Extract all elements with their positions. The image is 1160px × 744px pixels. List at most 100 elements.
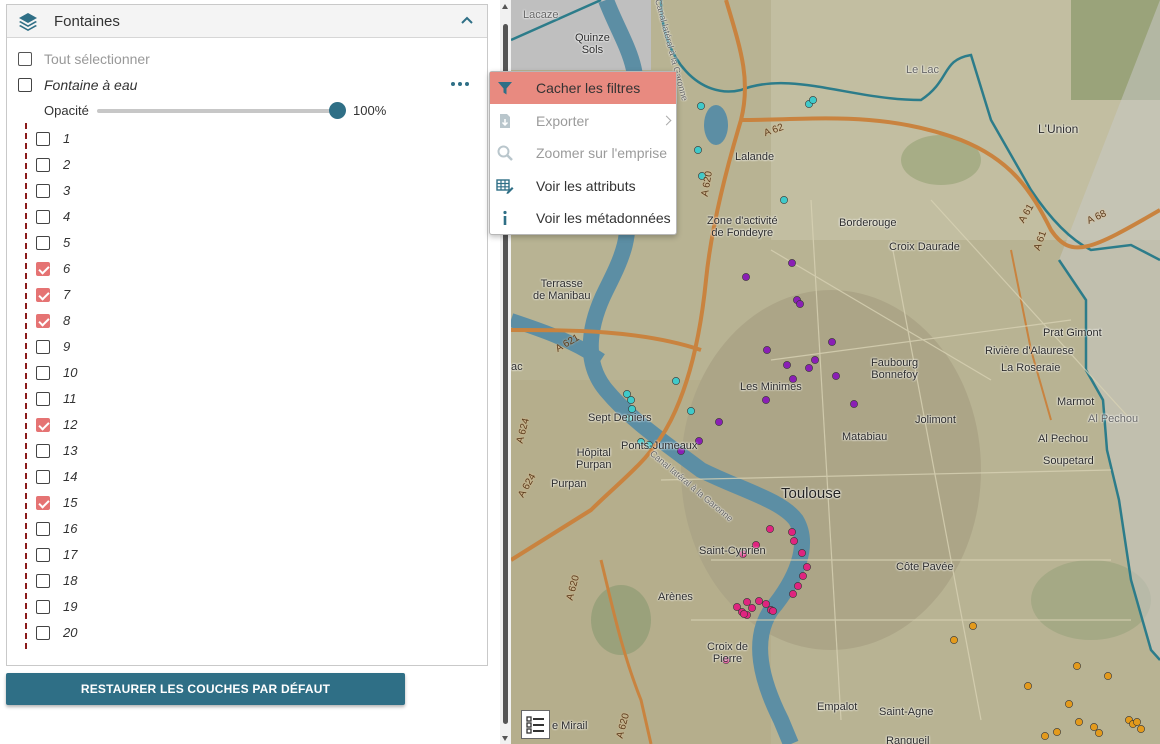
fountain-point[interactable] [780, 196, 788, 204]
fountain-point[interactable] [694, 146, 702, 154]
filter-value-checkbox[interactable] [36, 158, 50, 172]
fountain-point[interactable] [1133, 718, 1141, 726]
select-all-checkbox[interactable] [18, 52, 32, 66]
menu-item-info[interactable]: Voir les métadonnées [490, 202, 676, 234]
fountain-point[interactable] [687, 407, 695, 415]
fountain-point[interactable] [672, 377, 680, 385]
fountain-point[interactable] [950, 636, 958, 644]
fountain-point[interactable] [788, 259, 796, 267]
fountain-point[interactable] [788, 528, 796, 536]
fountain-point[interactable] [789, 590, 797, 598]
map-label: Lalande [735, 151, 775, 163]
fountain-point[interactable] [1104, 672, 1112, 680]
map-label: Zone d'activité de Fondeyre [707, 215, 778, 239]
fountain-point[interactable] [748, 604, 756, 612]
more-options-icon[interactable] [451, 79, 469, 89]
map-label: Arènes [658, 591, 693, 603]
fountain-point[interactable] [803, 563, 811, 571]
fountain-point[interactable] [742, 273, 750, 281]
fountain-point[interactable] [1024, 682, 1032, 690]
fountain-point[interactable] [969, 622, 977, 630]
table-edit-icon [496, 178, 514, 194]
fountain-point[interactable] [627, 396, 635, 404]
fountain-point[interactable] [790, 537, 798, 545]
fountain-point[interactable] [832, 372, 840, 380]
filter-value-checkbox[interactable] [36, 262, 50, 276]
layer-panel: Fontaines Tout sélectionner Fontaine à e… [0, 0, 500, 744]
fountain-point[interactable] [763, 346, 771, 354]
map-label: Quinze Sols [575, 32, 610, 56]
filter-value-checkbox[interactable] [36, 236, 50, 250]
filter-value-checkbox[interactable] [36, 392, 50, 406]
fountain-point[interactable] [850, 400, 858, 408]
filter-value-label: 10 [63, 365, 78, 380]
fountain-point[interactable] [811, 356, 819, 364]
filter-value-checkbox[interactable] [36, 418, 50, 432]
menu-item-table-edit[interactable]: Voir les attributs [490, 170, 676, 202]
fountain-point[interactable] [809, 96, 817, 104]
fountain-point[interactable] [1095, 729, 1103, 737]
map-label: Croix de Pierre [707, 641, 748, 665]
filter-value-checkbox[interactable] [36, 444, 50, 458]
fountain-point[interactable] [762, 396, 770, 404]
menu-item-zoom[interactable]: Zoomer sur l'emprise [490, 137, 676, 169]
filter-value-checkbox[interactable] [36, 314, 50, 328]
filter-value-label: 13 [63, 443, 78, 458]
opacity-slider-track[interactable] [97, 109, 342, 113]
menu-item-export[interactable]: Exporter [490, 105, 676, 137]
filter-value-checkbox[interactable] [36, 548, 50, 562]
filter-value-checkbox[interactable] [36, 184, 50, 198]
fountain-point[interactable] [1090, 723, 1098, 731]
filter-value-checkbox[interactable] [36, 496, 50, 510]
fountain-point[interactable] [1137, 725, 1145, 733]
filter-value-checkbox[interactable] [36, 340, 50, 354]
fountain-point[interactable] [769, 607, 777, 615]
fountain-point[interactable] [1073, 662, 1081, 670]
filter-value-checkbox[interactable] [36, 574, 50, 588]
filter-value-label: 1 [63, 131, 71, 146]
legend-button[interactable] [521, 710, 550, 739]
opacity-slider-handle[interactable] [329, 102, 346, 119]
scroll-up-icon[interactable] [502, 4, 508, 9]
filter-value-checkbox[interactable] [36, 522, 50, 536]
fountain-point[interactable] [783, 361, 791, 369]
filter-value-label: 16 [63, 521, 78, 536]
fountain-point[interactable] [766, 525, 774, 533]
layer-checkbox[interactable] [18, 78, 32, 92]
fountain-point[interactable] [1075, 718, 1083, 726]
filter-value-checkbox[interactable] [36, 626, 50, 640]
fountain-point[interactable] [794, 582, 802, 590]
layer-group-title: Fontaines [54, 13, 120, 30]
fountain-point[interactable] [697, 102, 705, 110]
map-label: Hôpital Purpan [576, 447, 612, 471]
map-label: Sept Deniers [588, 412, 652, 424]
filter-value-checkbox[interactable] [36, 600, 50, 614]
filter-value-checkbox[interactable] [36, 288, 50, 302]
map-label: Les Minimes [740, 381, 802, 393]
chevron-up-icon[interactable] [457, 11, 477, 31]
fountain-point[interactable] [1041, 732, 1049, 740]
chevron-right-icon [661, 115, 672, 125]
scroll-down-icon[interactable] [502, 736, 508, 741]
fountain-point[interactable] [1065, 700, 1073, 708]
fountain-point[interactable] [798, 549, 806, 557]
filter-value-checkbox[interactable] [36, 470, 50, 484]
layer-card: Fontaines Tout sélectionner Fontaine à e… [6, 4, 488, 666]
layer-header[interactable]: Fontaines [7, 5, 487, 38]
fountain-point[interactable] [743, 598, 751, 606]
restore-default-layers-button[interactable]: RESTAURER LES COUCHES PAR DÉFAUT [6, 673, 405, 705]
filter-value-checkbox[interactable] [36, 210, 50, 224]
menu-item-filter[interactable]: Cacher les filtres [490, 72, 676, 104]
fountain-point[interactable] [715, 418, 723, 426]
fountain-point[interactable] [828, 338, 836, 346]
filter-value-checkbox[interactable] [36, 132, 50, 146]
fountain-point[interactable] [1053, 728, 1061, 736]
filter-value-checkbox[interactable] [36, 366, 50, 380]
fountain-point[interactable] [799, 572, 807, 580]
fountain-point[interactable] [805, 364, 813, 372]
fountain-point[interactable] [755, 597, 763, 605]
layer-context-menu: Cacher les filtres Exporter Zoomer sur l'e… [489, 71, 677, 235]
fountain-point[interactable] [762, 600, 770, 608]
fountain-point[interactable] [740, 610, 748, 618]
fountain-point[interactable] [796, 300, 804, 308]
